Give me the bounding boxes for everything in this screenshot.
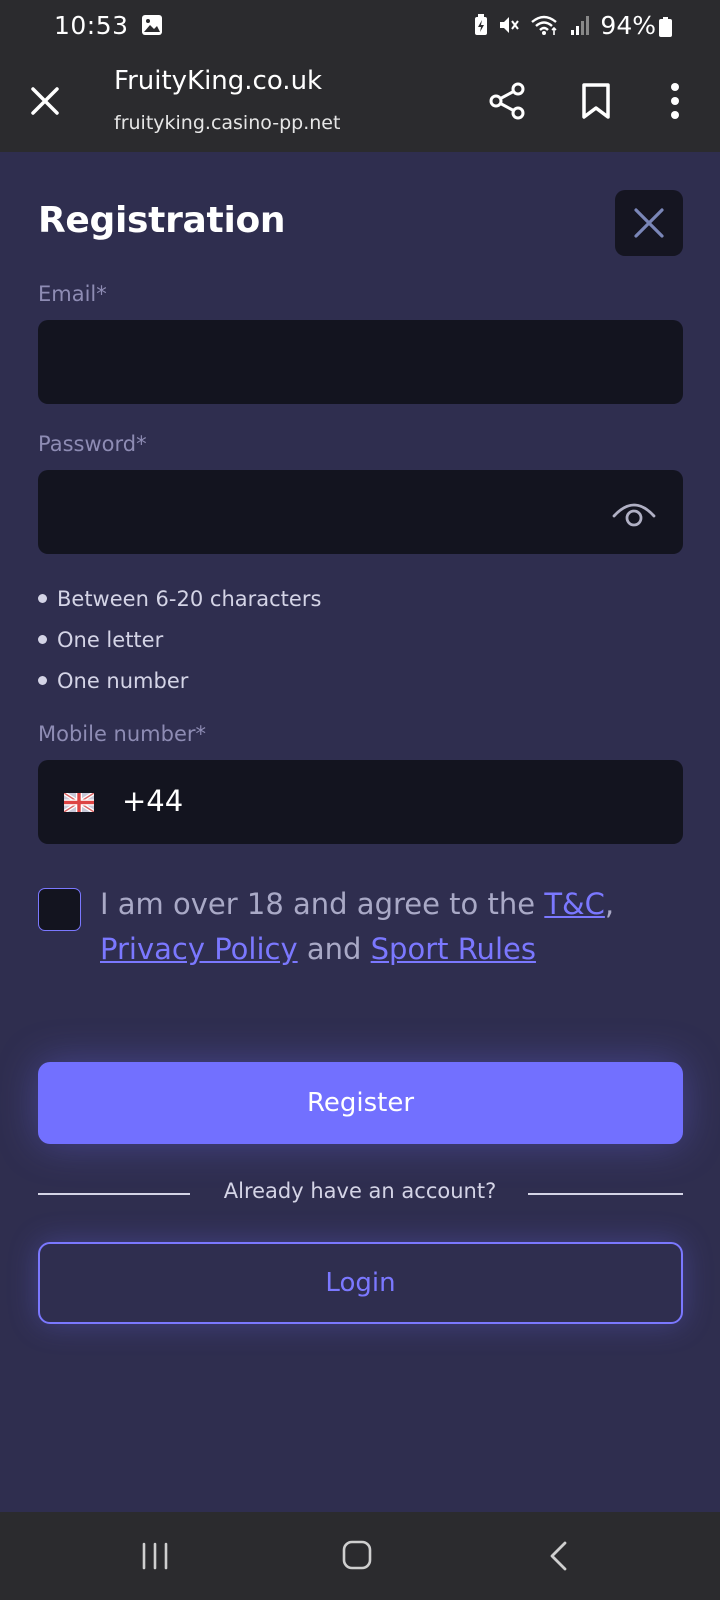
wifi-icon — [531, 15, 558, 35]
divider-right — [528, 1193, 683, 1195]
email-input[interactable] — [38, 320, 683, 404]
status-icons: 94% — [474, 0, 656, 50]
recent-apps-icon[interactable] — [140, 1542, 170, 1570]
close-icon[interactable] — [28, 84, 62, 118]
password-rule: Between 6-20 characters — [38, 578, 321, 619]
mute-icon — [500, 17, 520, 33]
modal-close-button[interactable] — [615, 190, 683, 256]
browser-url[interactable]: fruityking.casino-pp.net — [114, 112, 340, 134]
battery-icon — [659, 17, 672, 37]
status-bar: 10:53 94% — [0, 0, 720, 50]
password-rules: Between 6-20 characters One letter One n… — [38, 578, 321, 701]
battery-saver-icon — [475, 14, 488, 35]
email-label: Email* — [38, 282, 107, 306]
bullet-icon — [38, 594, 47, 603]
divider-text: Already have an account? — [223, 1179, 497, 1203]
sport-rules-link[interactable]: Sport Rules — [371, 932, 536, 966]
bullet-icon — [38, 635, 47, 644]
password-input[interactable] — [38, 470, 683, 554]
battery-percent: 94% — [600, 10, 656, 40]
browser-toolbar: FruityKing.co.uk fruityking.casino-pp.ne… — [0, 50, 720, 152]
image-icon — [141, 15, 162, 35]
privacy-policy-link[interactable]: Privacy Policy — [100, 932, 298, 966]
registration-modal: Registration Email* Password* Between 6-… — [0, 152, 720, 1512]
password-rule: One number — [38, 660, 321, 701]
password-rule: One letter — [38, 619, 321, 660]
mobile-label: Mobile number* — [38, 722, 207, 746]
password-rule-text: Between 6-20 characters — [57, 586, 322, 611]
close-icon — [634, 208, 664, 238]
status-time: 10:53 — [54, 10, 129, 40]
bullet-icon — [38, 676, 47, 685]
agreement-comma: , — [604, 887, 615, 921]
agreement-and: and — [297, 932, 371, 966]
signal-icon — [571, 16, 590, 35]
agree-checkbox[interactable] — [38, 888, 81, 931]
eye-icon[interactable] — [611, 496, 657, 528]
country-code: +44 — [122, 784, 184, 818]
password-rule-text: One number — [57, 668, 189, 693]
browser-page-title: FruityKing.co.uk — [114, 66, 323, 96]
mobile-field[interactable]: +44 — [38, 760, 683, 844]
page-title: Registration — [38, 200, 286, 241]
back-icon[interactable] — [548, 1540, 568, 1572]
agreement-prefix: I am over 18 and agree to the — [100, 887, 545, 921]
register-button[interactable]: Register — [38, 1062, 683, 1144]
email-field-wrapper — [38, 320, 683, 404]
more-vert-icon[interactable] — [668, 82, 682, 120]
uk-flag-icon[interactable] — [64, 793, 94, 812]
login-button[interactable]: Login — [38, 1242, 683, 1324]
share-icon[interactable] — [488, 82, 526, 120]
agreement-text: I am over 18 and agree to the T&C, Privac… — [100, 882, 700, 972]
password-label: Password* — [38, 432, 147, 456]
home-icon[interactable] — [342, 1540, 372, 1570]
tc-link[interactable]: T&C — [544, 887, 605, 921]
system-nav-bar — [0, 1512, 720, 1600]
bookmark-icon[interactable] — [580, 82, 612, 120]
password-field-wrapper — [38, 470, 683, 554]
password-rule-text: One letter — [57, 627, 164, 652]
